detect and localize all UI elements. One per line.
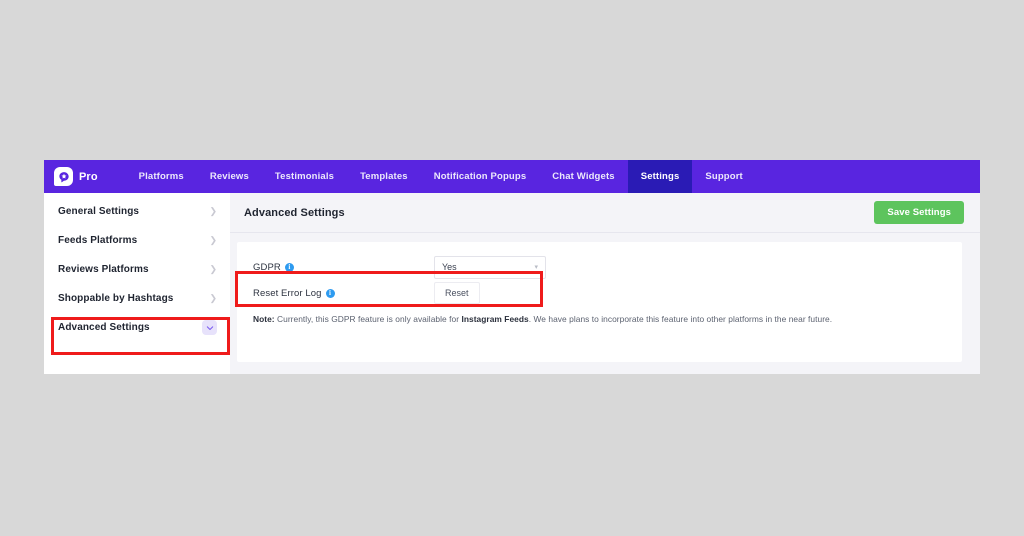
- note-emphasis: Instagram Feeds: [461, 314, 529, 324]
- setting-row-reset-error-log: Reset Error Log i Reset: [253, 280, 946, 306]
- nav-item-settings[interactable]: Settings: [627, 160, 693, 193]
- sidebar-item-shoppable-by-hashtags[interactable]: Shoppable by Hashtags ❯: [44, 284, 230, 313]
- sidebar-item-label: Shoppable by Hashtags: [58, 293, 174, 304]
- main-header: Advanced Settings Save Settings: [230, 193, 980, 233]
- chevron-right-icon: ❯: [209, 293, 217, 303]
- note-part1: Currently, this GDPR feature is only ava…: [274, 314, 462, 324]
- nav-item-list: Platforms Reviews Testimonials Templates…: [126, 160, 756, 193]
- chevron-right-icon: ❯: [209, 235, 217, 245]
- reset-error-log-button[interactable]: Reset: [434, 282, 480, 304]
- sidebar-item-label: Reviews Platforms: [58, 264, 149, 275]
- brand-logo[interactable]: Pro: [54, 167, 98, 186]
- chevron-down-icon: ▾: [534, 263, 538, 271]
- info-icon[interactable]: i: [284, 262, 294, 272]
- sidebar-item-feeds-platforms[interactable]: Feeds Platforms ❯: [44, 226, 230, 255]
- app-body: General Settings ❯ Feeds Platforms ❯ Rev…: [44, 193, 980, 374]
- nav-item-platforms[interactable]: Platforms: [126, 160, 197, 193]
- sidebar-item-label: Feeds Platforms: [58, 235, 138, 246]
- sidebar-item-advanced-settings[interactable]: Advanced Settings: [44, 313, 230, 342]
- sidebar-item-label: General Settings: [58, 206, 140, 217]
- main-panel: Advanced Settings Save Settings GDPR i Y…: [230, 193, 980, 374]
- star-bubble-logo-icon: [54, 167, 73, 186]
- settings-card: GDPR i Yes ▾ Reset Error Log i Reset Not…: [237, 242, 962, 362]
- sidebar-item-reviews-platforms[interactable]: Reviews Platforms ❯: [44, 255, 230, 284]
- gdpr-note: Note: Currently, this GDPR feature is on…: [253, 314, 946, 325]
- sidebar-item-label: Advanced Settings: [58, 322, 150, 333]
- brand-label: Pro: [79, 170, 98, 183]
- chevron-right-icon: ❯: [209, 264, 217, 274]
- nav-item-notification-popups[interactable]: Notification Popups: [421, 160, 540, 193]
- gdpr-select[interactable]: Yes ▾: [434, 255, 546, 279]
- gdpr-label: GDPR: [253, 261, 281, 273]
- nav-item-testimonials[interactable]: Testimonials: [262, 160, 347, 193]
- note-prefix: Note:: [253, 314, 275, 324]
- nav-item-chat-widgets[interactable]: Chat Widgets: [539, 160, 627, 193]
- chevron-right-icon: ❯: [209, 206, 217, 216]
- gdpr-label-group: GDPR i: [253, 262, 434, 273]
- reset-error-log-label: Reset Error Log: [253, 287, 322, 299]
- nav-item-reviews[interactable]: Reviews: [197, 160, 262, 193]
- sidebar-item-general-settings[interactable]: General Settings ❯: [44, 197, 230, 226]
- sidebar: General Settings ❯ Feeds Platforms ❯ Rev…: [44, 193, 230, 374]
- reset-error-log-label-group: Reset Error Log i: [253, 288, 434, 299]
- note-part2: . We have plans to incorporate this feat…: [528, 314, 833, 324]
- gdpr-select-value: Yes: [442, 262, 457, 272]
- page-title: Advanced Settings: [244, 206, 345, 219]
- setting-row-gdpr: GDPR i Yes ▾: [253, 254, 946, 280]
- chevron-down-icon[interactable]: [202, 320, 217, 335]
- nav-item-support[interactable]: Support: [692, 160, 755, 193]
- app-window: Pro Platforms Reviews Testimonials Templ…: [44, 160, 980, 374]
- info-icon[interactable]: i: [325, 288, 335, 298]
- nav-item-templates[interactable]: Templates: [347, 160, 421, 193]
- save-settings-button[interactable]: Save Settings: [874, 201, 964, 224]
- top-navigation-bar: Pro Platforms Reviews Testimonials Templ…: [44, 160, 980, 193]
